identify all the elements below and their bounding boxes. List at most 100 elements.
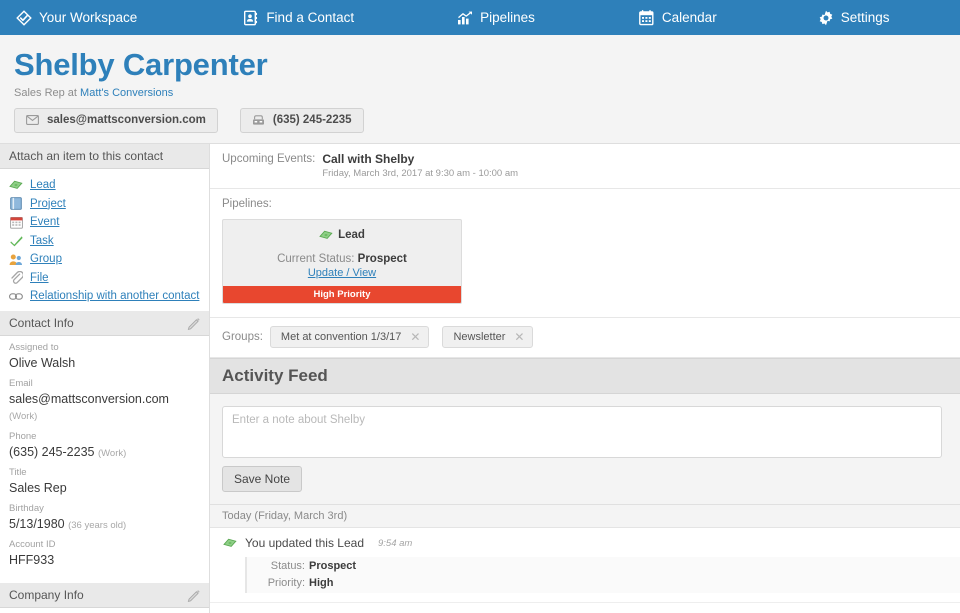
attach-item-task[interactable]: Task: [9, 231, 209, 250]
people-icon: [9, 252, 23, 266]
event-title: Call with Shelby: [322, 152, 518, 166]
attach-panel-title: Attach an item to this contact: [9, 149, 201, 163]
field-email: Email sales@mattsconversion.com (Work): [9, 378, 200, 423]
calendar-icon: [639, 10, 655, 26]
group-chip[interactable]: Newsletter ✕: [442, 326, 533, 348]
contact-info-title: Contact Info: [9, 316, 187, 330]
nav-item-settings[interactable]: Settings: [808, 0, 900, 35]
attach-panel-header: Attach an item to this contact: [0, 144, 209, 169]
pipeline-card[interactable]: Lead Current Status: Prospect Update / V…: [222, 219, 462, 304]
remove-group-icon[interactable]: ✕: [514, 331, 524, 343]
pipeline-status-label: Current Status:: [277, 253, 354, 265]
diamond-check-icon: [16, 10, 32, 26]
nav-label: Find a Contact: [266, 10, 354, 25]
field-value: (635) 245-2235 (Work): [9, 444, 200, 460]
groups-label: Groups:: [222, 331, 263, 343]
feed-detail-key: Status:: [257, 558, 305, 575]
feed-item-text: You updated this Lead: [245, 536, 364, 550]
attach-item-list: Lead Project Event Task Group File: [0, 169, 209, 312]
field-label: Birthday: [9, 503, 200, 516]
nav-label: Pipelines: [480, 10, 535, 25]
company-info-fields: Company Name Matt's Conversions Email in…: [0, 608, 209, 613]
telephone-icon: [252, 114, 265, 127]
nav-item-pipelines[interactable]: Pipelines: [447, 0, 545, 35]
field-phone: Phone (635) 245-2235 (Work): [9, 431, 200, 460]
field-note: (Work): [9, 411, 37, 422]
attach-item-label: Project: [30, 198, 66, 210]
feed-detail-value: High: [309, 577, 333, 589]
company-info-title: Company Info: [9, 588, 187, 602]
feed-item-lead-update: You updated this Lead 9:54 am Status: Pro…: [210, 528, 960, 603]
field-value: Olive Walsh: [9, 355, 200, 371]
feed-item-line: You updated this Lead 9:54 am: [222, 536, 960, 551]
attach-item-relationship[interactable]: Relationship with another contact: [9, 287, 209, 306]
pipeline-card-body: Lead Current Status: Prospect Update / V…: [223, 220, 461, 286]
email-button[interactable]: sales@mattsconversion.com: [14, 108, 218, 133]
pipelines-label: Pipelines:: [222, 198, 960, 210]
field-birthday: Birthday 5/13/1980 (36 years old): [9, 503, 200, 532]
field-value-text: 5/13/1980: [9, 517, 65, 531]
nav-label: Calendar: [662, 10, 717, 25]
envelope-icon: [26, 114, 39, 127]
edit-contact-info-pencil-icon[interactable]: [187, 316, 201, 330]
money-icon: [222, 536, 237, 551]
feed-detail-row: Status: Prospect: [257, 558, 960, 575]
page-body: Attach an item to this contact Lead Proj…: [0, 143, 960, 613]
pipeline-status: Current Status: Prospect: [223, 253, 461, 265]
edit-company-info-pencil-icon[interactable]: [187, 588, 201, 602]
field-value-text: sales@mattsconversion.com: [9, 392, 169, 406]
feed-item-details: Status: Prospect Priority:High: [245, 557, 960, 593]
note-input[interactable]: [222, 406, 942, 458]
contact-info-fields: Assigned to Olive Walsh Email sales@matt…: [0, 336, 209, 583]
field-label: Account ID: [9, 539, 200, 552]
attach-item-event[interactable]: Event: [9, 213, 209, 232]
email-button-label: sales@mattsconversion.com: [47, 114, 206, 126]
paperclip-icon: [9, 271, 23, 285]
book-icon: [9, 197, 23, 211]
nav-label: Your Workspace: [39, 10, 137, 25]
page-title: Shelby Carpenter: [14, 49, 960, 82]
company-link[interactable]: Matt's Conversions: [80, 87, 173, 99]
main-content: Upcoming Events: Call with Shelby Friday…: [210, 143, 960, 613]
field-value: sales@mattsconversion.com (Work): [9, 391, 200, 424]
attach-item-label: Relationship with another contact: [30, 290, 199, 302]
field-label: Email: [9, 378, 200, 391]
group-chip-label: Newsletter: [453, 331, 505, 343]
feed-item-event-attended: You attended the event Call with Shelby …: [210, 603, 960, 613]
field-value-text: Sales Rep: [9, 481, 67, 495]
attach-item-project[interactable]: Project: [9, 194, 209, 213]
feed-item-time: 9:54 am: [378, 538, 412, 549]
nav-item-calendar[interactable]: Calendar: [629, 0, 727, 35]
nav-item-find-a-contact[interactable]: Find a Contact: [233, 0, 364, 35]
upcoming-events-section: Upcoming Events: Call with Shelby Friday…: [210, 144, 960, 189]
calendar-icon: [9, 215, 23, 229]
check-icon: [9, 234, 23, 248]
feed-detail-value: Prospect: [309, 560, 356, 572]
groups-section: Groups: Met at convention 1/3/17 ✕ Newsl…: [210, 318, 960, 358]
feed-detail-row: Priority:High: [257, 575, 960, 592]
group-chip-label: Met at convention 1/3/17: [281, 331, 401, 343]
field-note: (36 years old): [68, 520, 126, 531]
field-label: Phone: [9, 431, 200, 444]
phone-button-label: (635) 245-2235: [273, 114, 352, 126]
attach-item-label: File: [30, 272, 49, 284]
attach-item-group[interactable]: Group: [9, 250, 209, 269]
nav-item-your-workspace[interactable]: Your Workspace: [6, 0, 147, 35]
upcoming-event-entry[interactable]: Call with Shelby Friday, March 3rd, 2017…: [322, 152, 518, 179]
money-icon: [9, 178, 23, 192]
attach-item-label: Event: [30, 216, 59, 228]
pipeline-update-link[interactable]: Update / View: [223, 267, 461, 279]
pipeline-priority-badge: High Priority: [223, 286, 461, 303]
phone-button[interactable]: (635) 245-2235: [240, 108, 364, 133]
field-assigned-to: Assigned to Olive Walsh: [9, 342, 200, 371]
save-note-button[interactable]: Save Note: [222, 466, 302, 492]
field-note: (Work): [98, 448, 126, 459]
group-chip[interactable]: Met at convention 1/3/17 ✕: [270, 326, 430, 348]
remove-group-icon[interactable]: ✕: [410, 331, 420, 343]
attach-item-label: Group: [30, 253, 62, 265]
attach-item-lead[interactable]: Lead: [9, 176, 209, 195]
attach-item-label: Task: [30, 235, 54, 247]
field-value-text: HFF933: [9, 553, 54, 567]
pipeline-status-value: Prospect: [358, 253, 407, 265]
attach-item-file[interactable]: File: [9, 268, 209, 287]
